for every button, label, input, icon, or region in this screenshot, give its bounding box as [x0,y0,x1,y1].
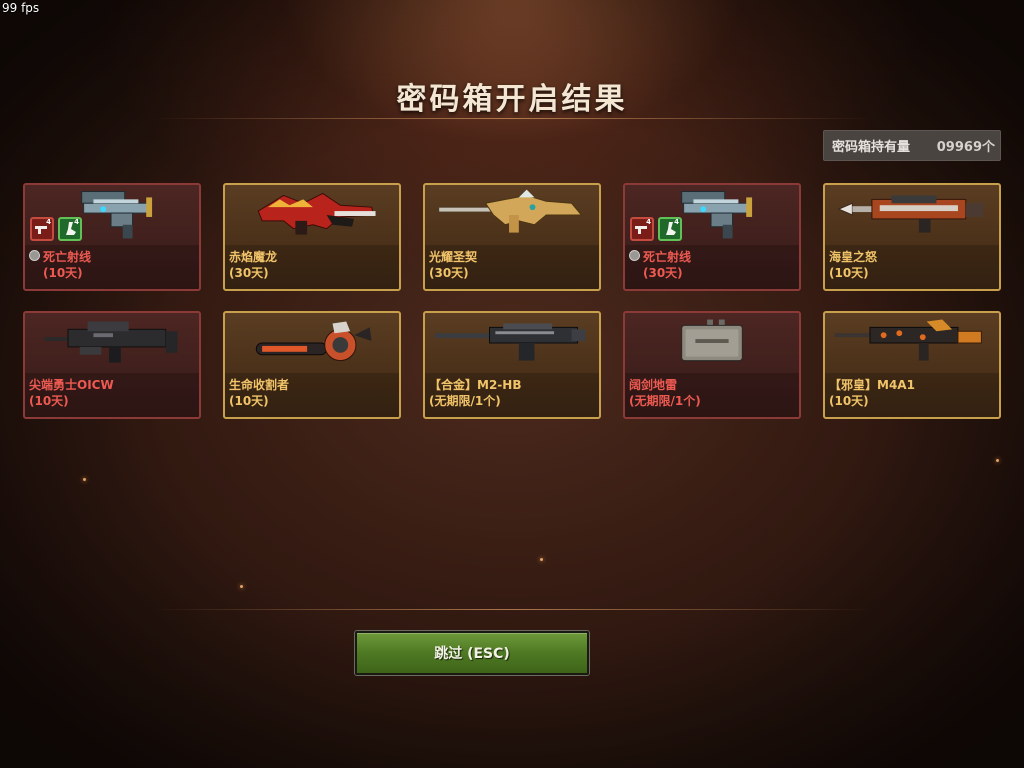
green-boot-icon: 4 [658,217,682,241]
item-name: 海皇之怒 [829,250,878,264]
case-holdings-panel: 密码箱持有量 09969个 [823,130,1001,161]
item-duration: (30天) [643,266,683,280]
reward-card[interactable]: 【合金】M2-HB (无期限/1个) [423,311,601,419]
red-pistol-icon: 4 [30,217,54,241]
holdings-label: 密码箱持有量 [832,140,911,155]
item-duration: (30天) [429,266,469,280]
reward-card[interactable]: 阔剑地雷 (无期限/1个) [623,311,801,419]
gold-rifle-weapon-image [438,189,583,233]
item-duration: (10天) [829,266,869,280]
item-name: 阔剑地雷 [629,378,678,392]
reward-card[interactable]: 尖端勇士OICW (10天) [23,311,201,419]
reward-card[interactable]: 4 4 死亡射线 (10天) [23,183,201,291]
item-name: 尖端勇士OICW [29,378,114,392]
dragon-rifle-weapon-image [257,192,376,235]
holdings-value: 09969个 [936,140,995,155]
item-duration: (10天) [43,266,83,280]
fps-counter: 99 fps [2,1,40,15]
item-duration: (10天) [229,394,269,408]
page-title: 密码箱开启结果 [396,82,628,117]
title-divider [152,118,872,119]
item-duration: (无期限/1个) [429,394,501,408]
reward-grid: 4 4 死亡射线 (10天) 赤焰魔龙 (30天) 光耀圣契 (30天) 4 4… [23,183,1003,423]
reward-card[interactable]: 【邪皇】M4A1 (10天) [823,311,1001,419]
claymore-mine-weapon-image [681,319,743,362]
red-pistol-icon: 4 [630,217,654,241]
reward-card[interactable]: 4 4 死亡射线 (30天) [623,183,801,291]
item-duration: (10天) [29,394,69,408]
item-name: 【合金】M2-HB [429,378,522,392]
ember-particle [240,585,243,588]
reward-card[interactable]: 光耀圣契 (30天) [423,183,601,291]
ember-particle [540,558,543,561]
reward-card[interactable]: 生命收割者 (10天) [223,311,401,419]
item-name: 光耀圣契 [429,250,478,264]
item-name: 死亡射线 [643,250,692,264]
trident-gun-weapon-image [837,195,984,233]
green-boot-icon: 4 [58,217,82,241]
item-duration: (10天) [829,394,869,408]
item-duration: (30天) [229,266,269,280]
item-name: 【邪皇】M4A1 [829,378,915,392]
lock-icon [29,250,40,261]
lock-icon [629,250,640,261]
bottom-divider [152,609,872,610]
reward-card[interactable]: 赤焰魔龙 (30天) [223,183,401,291]
oicw-rifle-weapon-image [44,321,178,363]
heavy-mg-weapon-image [434,323,586,361]
skip-button[interactable]: 跳过 (ESC) [355,631,589,675]
item-name: 死亡射线 [43,250,92,264]
item-duration: (无期限/1个) [629,394,701,408]
m4a1-rifle-weapon-image [834,319,982,361]
reward-card[interactable]: 海皇之怒 (10天) [823,183,1001,291]
chainsaw-weapon-image [255,321,372,362]
ember-particle [83,478,86,481]
item-name: 生命收割者 [229,378,290,392]
ember-particle [996,459,999,462]
item-name: 赤焰魔龙 [229,250,278,264]
